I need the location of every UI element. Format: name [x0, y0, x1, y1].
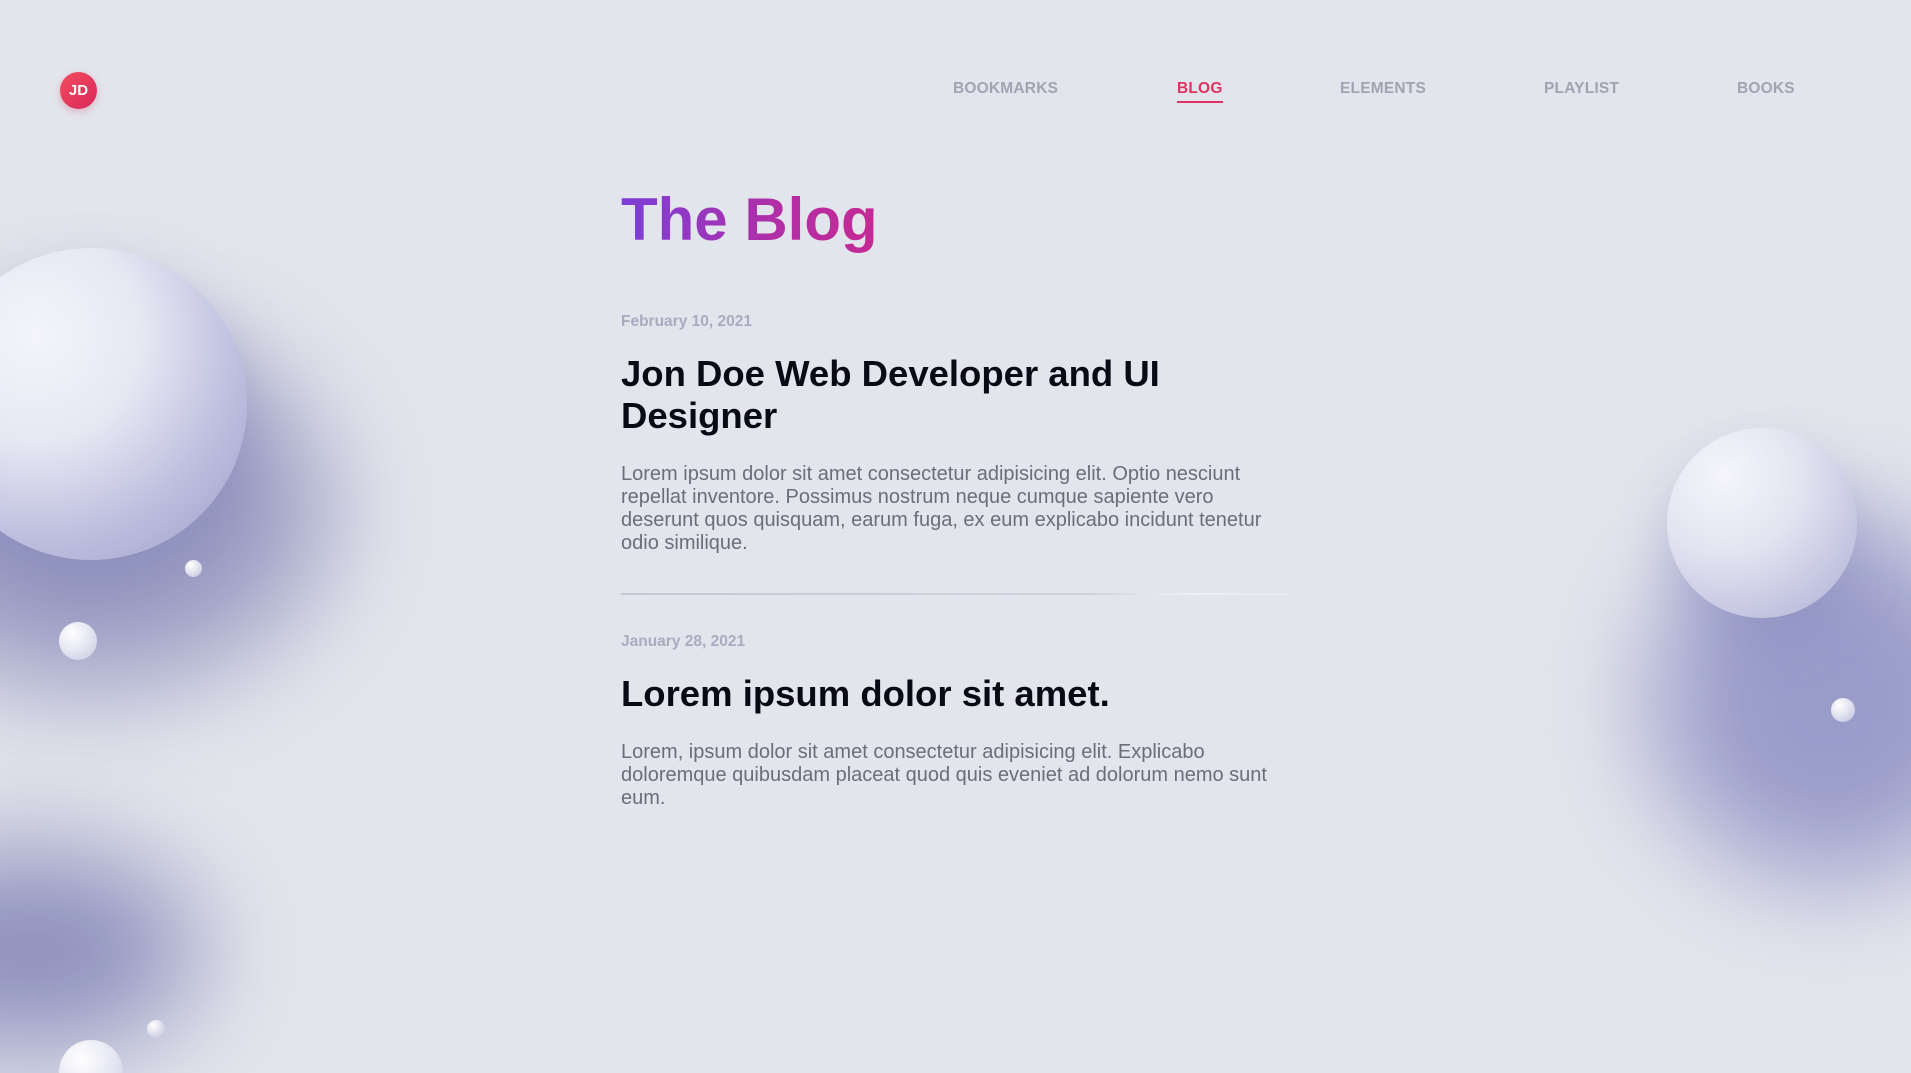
left-purple-glow: [0, 330, 330, 690]
tiny-bottom-sphere: [147, 1020, 165, 1038]
bottom-left-purple-glow: [0, 850, 200, 1050]
right-purple-glow: [1650, 520, 1911, 880]
nav-item-books[interactable]: BOOKS: [1737, 80, 1795, 101]
medium-left-sphere: [59, 622, 97, 660]
page-title: The Blog: [621, 180, 878, 260]
nav-item-playlist[interactable]: PLAYLIST: [1544, 80, 1619, 101]
post-title[interactable]: Jon Doe Web Developer and UI Designer: [621, 353, 1293, 437]
right-sphere: [1667, 428, 1857, 618]
nav-item-bookmarks[interactable]: BOOKMARKS: [953, 80, 1058, 101]
post-divider: [621, 593, 1293, 595]
post-excerpt: Lorem, ipsum dolor sit amet consectetur …: [621, 741, 1267, 809]
logo-avatar[interactable]: JD: [60, 72, 97, 109]
main-nav: BOOKMARKS BLOG ELEMENTS PLAYLIST BOOKS: [953, 80, 1803, 104]
nav-item-blog[interactable]: BLOG: [1177, 80, 1223, 103]
main-content: The Blog February 10, 2021 Jon Doe Web D…: [621, 180, 1293, 810]
post-date: January 28, 2021: [621, 633, 746, 650]
nav-item-elements[interactable]: ELEMENTS: [1340, 80, 1426, 101]
post-title[interactable]: Lorem ipsum dolor sit amet.: [621, 673, 1293, 715]
bottom-left-sphere: [59, 1040, 123, 1073]
blog-post: January 28, 2021 Lorem ipsum dolor sit a…: [621, 633, 1293, 810]
blog-post: February 10, 2021 Jon Doe Web Developer …: [621, 313, 1293, 595]
small-sphere: [185, 560, 202, 577]
post-excerpt: Lorem ipsum dolor sit amet consectetur a…: [621, 463, 1262, 554]
small-right-sphere: [1831, 698, 1855, 722]
post-date: February 10, 2021: [621, 313, 752, 330]
large-left-sphere: [0, 248, 247, 560]
